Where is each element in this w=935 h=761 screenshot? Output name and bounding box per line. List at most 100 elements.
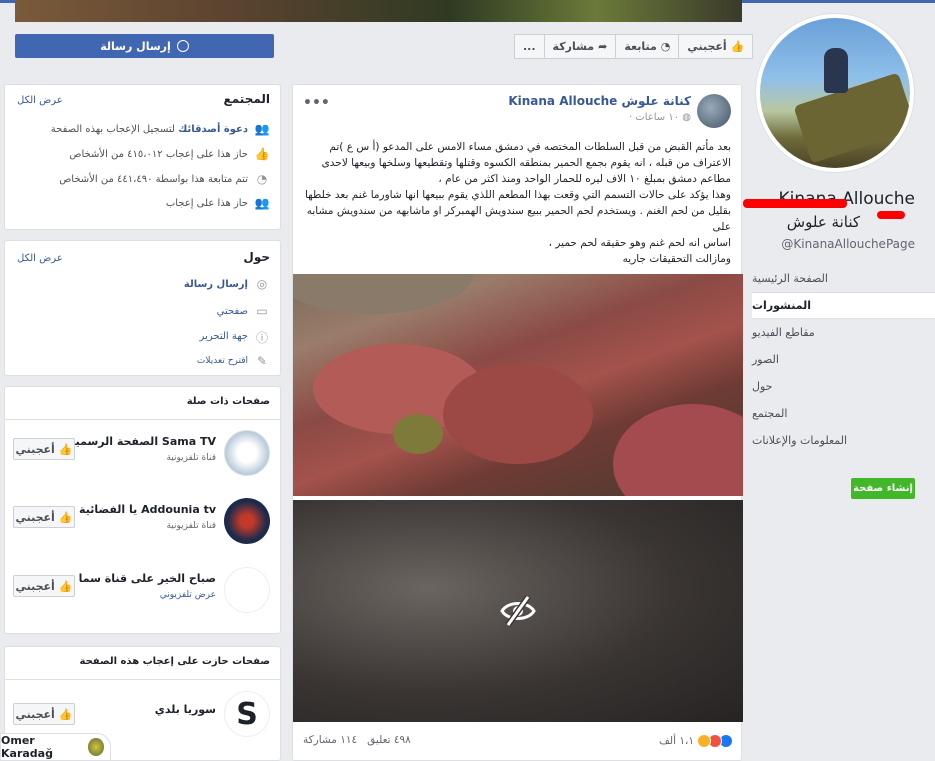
related-page-category: قناة تلفزيونية	[166, 453, 216, 463]
about-category-row[interactable]: ⓘ جهة التحرير	[200, 329, 270, 346]
pencil-icon: ✎	[256, 354, 268, 368]
comments-count[interactable]: ٤٩٨ تعليق	[367, 734, 411, 746]
sabah-alkhair-avatar[interactable]	[224, 567, 270, 613]
related-page-category: قناة تلفزيونية	[166, 521, 216, 531]
chat-tab[interactable]: Omer Karadağ	[0, 733, 111, 761]
post-text-line: وهذا يؤكد على حالات التسمم التي وقعت بهذ…	[304, 189, 731, 201]
post-author-avatar[interactable]	[697, 94, 731, 128]
share-arrow-icon: ➦	[598, 40, 608, 53]
post-options-icon[interactable]: •••	[303, 95, 330, 111]
related-page-item[interactable]: Sama TV الصفحة الرسمية.. قناة تلفزيونية …	[13, 430, 270, 480]
eye-slash-icon	[500, 595, 536, 627]
addounia-avatar[interactable]	[224, 498, 270, 544]
info-icon: ⓘ	[255, 331, 268, 345]
thumbs-up-icon: 👍	[730, 40, 745, 53]
messenger-icon	[176, 40, 189, 52]
community-box: المجتمع عرض الكل 👥 دعوة أصدقائك لتسجيل ا…	[4, 84, 281, 230]
post-text-line: الاعتراف من قبله ، انه يقوم بجمع الحمير …	[321, 157, 731, 169]
nav-photos[interactable]: الصور	[752, 346, 915, 373]
about-category-link[interactable]: جهة التحرير	[200, 331, 248, 342]
share-label: مشاركة	[552, 40, 595, 53]
related-page-category[interactable]: عرض تلفزيوني	[160, 590, 216, 600]
community-see-all[interactable]: عرض الكل	[17, 95, 63, 106]
post-stats: ٤٩٨ تعليق ١١٤ مشاركة	[303, 734, 411, 746]
more-icon: ...	[523, 40, 536, 53]
post-text-line: بقليل من لحم الغنم . ويستخدم لحم الحمير …	[306, 205, 731, 233]
about-suggest-row[interactable]: ✎ اقترح تعديلات	[197, 354, 270, 368]
post-photo-1[interactable]	[293, 274, 743, 496]
likes-row: 👍 حاز هذا على إعجاب ٤١٥،٠١٢ من الأشخاص	[69, 147, 270, 161]
like-label: أعجبني	[15, 579, 55, 593]
share-button[interactable]: ➦ مشاركة	[543, 34, 616, 59]
related-page-item[interactable]: صباح الخير على قناة سما عرض تلفزيوني 👍 أع…	[13, 567, 270, 617]
page-handle[interactable]: @KinanaAllouchePage	[781, 237, 915, 251]
about-see-all[interactable]: عرض الكل	[17, 253, 63, 264]
related-like-button[interactable]: 👍 أعجبني	[13, 506, 75, 528]
send-message-button[interactable]: إرسال رسالة	[15, 34, 274, 58]
likes-count: حاز هذا على إعجاب ٤١٥،٠١٢ من الأشخاص	[69, 148, 248, 160]
shares-count[interactable]: ١١٤ مشاركة	[303, 734, 357, 746]
like-label: أعجبني	[687, 40, 727, 53]
about-website-row[interactable]: ▭ صفحتي	[217, 304, 270, 318]
nav-home[interactable]: الصفحة الرئيسية	[752, 265, 915, 292]
like-page-button[interactable]: 👍 أعجبني	[678, 34, 754, 59]
post-text-line: مطاعم دمشق بمبلغ ١٠ الاف ليره للحمار الو…	[438, 173, 731, 185]
post-text-line: ومازالت التحقيقات جاريه	[622, 253, 731, 265]
liked-pages-title: صفحات حازت على إعجاب هذه الصفحة	[79, 656, 270, 667]
nav-about[interactable]: حول	[752, 373, 915, 400]
create-page-button[interactable]: إنشاء صفحة	[851, 478, 915, 499]
nav-videos[interactable]: مقاطع الفيديو	[752, 319, 915, 346]
liked-page-like-button[interactable]: 👍 أعجبني	[13, 703, 75, 725]
cover-photo[interactable]	[15, 0, 742, 22]
page-actions: 👍 أعجبني ◔ متابعة ➦ مشاركة ...	[514, 34, 754, 59]
liked-by-friends-row[interactable]: 👥 حاز هذا على إعجاب	[166, 196, 270, 210]
more-button[interactable]: ...	[514, 34, 544, 59]
like-label: أعجبني	[15, 707, 55, 721]
community-title: المجتمع	[223, 92, 270, 106]
about-title: حول	[243, 250, 270, 264]
sama-tv-avatar[interactable]	[224, 430, 270, 476]
redaction-mark	[877, 211, 905, 219]
about-send-message-row[interactable]: ◎ إرسال رسالة	[184, 277, 270, 291]
related-page-name[interactable]: Addounia tv يا الفضائية ..	[67, 503, 216, 516]
chat-contact-name: Omer Karadağ	[1, 734, 53, 760]
browser-icon: ▭	[256, 304, 268, 318]
people-icon: 👥	[254, 122, 270, 136]
souria-baladi-avatar[interactable]: S	[224, 691, 270, 737]
nav-community[interactable]: المجتمع	[752, 400, 915, 427]
about-suggest-link[interactable]: اقترح تعديلات	[197, 356, 248, 366]
related-page-item[interactable]: Addounia tv يا الفضائية .. قناة تلفزيوني…	[13, 498, 270, 548]
related-like-button[interactable]: 👍 أعجبني	[13, 438, 75, 460]
page-nav: الصفحة الرئيسية المنشورات مقاطع الفيديو …	[752, 265, 935, 454]
like-label: أعجبني	[15, 442, 55, 456]
follow-label: متابعة	[624, 40, 657, 53]
invite-friends-row[interactable]: 👥 دعوة أصدقائك لتسجيل الإعجاب بهذه الصفح…	[51, 122, 270, 136]
liked-page-name[interactable]: سوريا بلدي	[155, 703, 216, 716]
thumbs-up-icon: 👍	[58, 442, 73, 456]
related-page-name[interactable]: صباح الخير على قناة سما	[79, 572, 216, 585]
about-website-link[interactable]: صفحتي	[217, 306, 248, 317]
post-text: بعد مأتم القبض من قبل السلطات المختصه في…	[301, 139, 731, 267]
messenger-icon: ◎	[256, 277, 268, 291]
reactions-summary[interactable]: ١،١ ألف	[659, 734, 733, 748]
post-photo-2-hidden[interactable]	[293, 500, 743, 722]
post-author-name[interactable]: كنانة علوش Kinana Allouche	[508, 94, 691, 108]
reactions-count: ١،١ ألف	[659, 735, 694, 747]
invite-friends-link[interactable]: دعوة أصدقائك	[178, 124, 248, 135]
nav-posts[interactable]: المنشورات	[752, 292, 935, 319]
related-page-name[interactable]: Sama TV الصفحة الرسمية..	[61, 435, 216, 448]
related-like-button[interactable]: 👍 أعجبني	[13, 575, 75, 597]
about-send-message-link[interactable]: إرسال رسالة	[184, 279, 248, 290]
invite-text: لتسجيل الإعجاب بهذه الصفحة	[50, 123, 175, 135]
post-footer: ١،١ ألف ٤٩٨ تعليق ١١٤ مشاركة	[293, 730, 743, 754]
globe-icon: ◍	[682, 112, 691, 123]
thumbs-up-icon: 👍	[254, 147, 270, 161]
follow-button[interactable]: ◔ متابعة	[615, 34, 679, 59]
post-text-line: اساس انه لحم غنم وهو حقيقه لحم حمير ،	[548, 237, 731, 249]
send-message-label: إرسال رسالة	[100, 39, 171, 53]
haha-reaction-icon	[697, 734, 711, 748]
post-timestamp[interactable]: ١٠ ساعات ·	[629, 112, 679, 123]
thumbs-up-icon: 👍	[58, 510, 73, 524]
nav-info-ads[interactable]: المعلومات والإعلانات	[752, 427, 915, 454]
profile-picture[interactable]	[755, 13, 915, 173]
